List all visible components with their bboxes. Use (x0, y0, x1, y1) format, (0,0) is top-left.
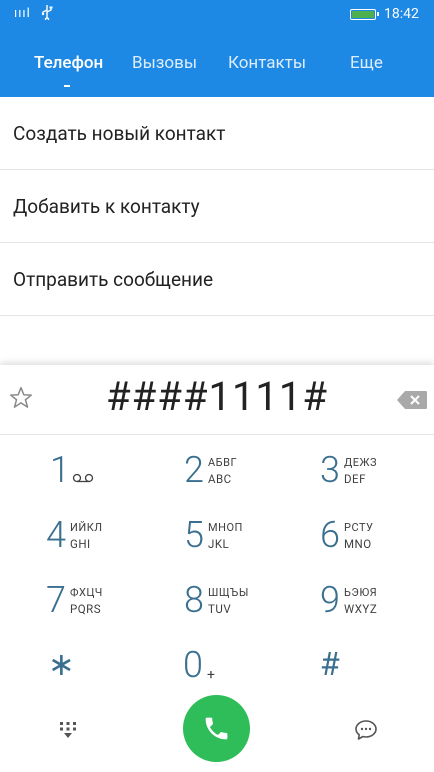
dialed-number: ####1111# (105, 373, 329, 420)
key-digit: 4 (46, 514, 66, 556)
action-menu: Создать новый контакт Добавить к контакт… (0, 97, 434, 316)
add-to-contact-item[interactable]: Добавить к контакту (0, 170, 434, 243)
backspace-icon[interactable] (396, 390, 428, 410)
key-symbol: # (320, 645, 340, 683)
tab-more[interactable]: Еще (350, 53, 383, 73)
key-letters-cyrillic: ЬЭЮЯ (344, 586, 378, 599)
key-letters-cyrillic: АБВГ (208, 456, 238, 469)
key-letters-latin: GHI (70, 537, 91, 551)
key-letters-cyrillic: РСТУ (344, 521, 374, 534)
usb-icon (40, 4, 54, 24)
key-letters-latin: DEF (344, 472, 366, 486)
dialer-bottom-bar (0, 690, 434, 772)
key-letters-latin: JKL (208, 537, 230, 551)
key-digit: 5 (184, 514, 204, 556)
key-letters-cyrillic: МНОП (208, 521, 243, 534)
key-digit: 9 (320, 579, 340, 621)
dialer-panel: ####1111# 1 2 АБВГ ABC 3 ДЕЖЗ DEF 4 ИЙКЛ… (0, 365, 434, 772)
key-letters-cyrillic: ШЩЪЫ (208, 586, 249, 599)
battery-icon (350, 9, 379, 20)
key-letters-cyrillic: ИЙКЛ (70, 521, 103, 534)
tab-calls[interactable]: Вызовы (132, 53, 197, 73)
key-1[interactable]: 1 (50, 450, 180, 506)
tab-indicator (64, 85, 70, 87)
key-digit: 7 (46, 579, 66, 621)
tab-contacts[interactable]: Контакты (228, 53, 306, 73)
key-letters-latin: PQRS (70, 602, 102, 616)
dialpad-toggle-icon[interactable] (58, 720, 78, 740)
key-plus: + (207, 667, 215, 683)
key-digit: 2 (184, 449, 204, 491)
key-4[interactable]: 4 ИЙКЛ GHI (46, 515, 176, 571)
key-letters-latin: WXYZ (344, 602, 378, 616)
key-digit: 3 (320, 449, 340, 491)
key-digit: 6 (320, 514, 340, 556)
send-message-item[interactable]: Отправить сообщение (0, 243, 434, 316)
key-8[interactable]: 8 ШЩЪЫ TUV (184, 580, 314, 636)
phone-icon (205, 717, 228, 740)
clock: 18:42 (384, 6, 419, 22)
key-digit: 1 (50, 449, 70, 491)
voicemail-icon (72, 468, 94, 483)
key-7[interactable]: 7 ФХЦЧ PQRS (46, 580, 176, 636)
key-digit: 8 (184, 579, 204, 621)
key-symbol: ∗ (48, 645, 75, 683)
key-9[interactable]: 9 ЬЭЮЯ WXYZ (320, 580, 434, 636)
app-header: ıııl 18:42 Телефон Вызовы Контакты Еще (0, 0, 434, 97)
key-3[interactable]: 3 ДЕЖЗ DEF (320, 450, 434, 506)
key-letters-cyrillic: ДЕЖЗ (344, 456, 378, 469)
key-digit: 0 (183, 644, 203, 686)
status-bar: ıııl 18:42 (0, 0, 434, 30)
key-letters-latin: MNO (344, 537, 372, 551)
key-6[interactable]: 6 РСТУ MNO (320, 515, 434, 571)
number-row: ####1111# (0, 365, 434, 435)
key-letters-cyrillic: ФХЦЧ (70, 586, 103, 599)
key-letters-latin: TUV (208, 602, 232, 616)
create-contact-item[interactable]: Создать новый контакт (0, 97, 434, 170)
tab-phone[interactable]: Телефон (34, 53, 103, 73)
signal-icon: ıııl (14, 6, 31, 21)
key-2[interactable]: 2 АБВГ ABC (184, 450, 314, 506)
key-5[interactable]: 5 МНОП JKL (184, 515, 314, 571)
message-icon[interactable] (354, 719, 378, 741)
key-letters-latin: ABC (208, 472, 232, 486)
tab-bar: Телефон Вызовы Контакты Еще (0, 48, 434, 84)
call-button[interactable] (183, 695, 250, 762)
